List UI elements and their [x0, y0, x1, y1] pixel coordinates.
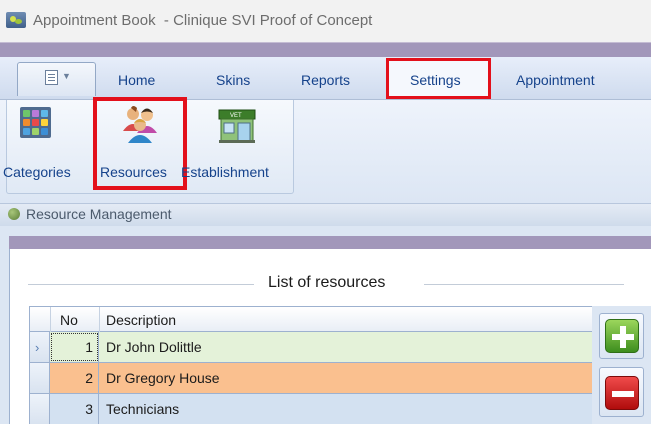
svg-text:VET: VET — [230, 113, 242, 119]
cell-no[interactable]: 2 — [50, 363, 99, 393]
column-header-no[interactable]: No — [60, 312, 78, 328]
column-header-description[interactable]: Description — [106, 312, 176, 328]
cell-description[interactable]: Dr John Dolittle — [106, 339, 202, 355]
resources-grid[interactable]: No Description › 1 Dr John Dolittle 2 Dr… — [29, 306, 593, 424]
resource-management-title: Resource Management — [26, 206, 172, 222]
content-accent-band — [9, 236, 651, 249]
categories-icon — [20, 107, 51, 138]
row-selector[interactable] — [30, 394, 50, 424]
remove-resource-button[interactable] — [599, 367, 644, 417]
row-indicator-icon: › — [35, 340, 40, 355]
application-menu-button[interactable]: ▼ — [17, 62, 96, 96]
grid-header: No Description — [30, 306, 593, 332]
tab-settings[interactable]: Settings — [410, 72, 461, 88]
title-accent-band — [0, 42, 651, 57]
row-selector[interactable] — [30, 363, 50, 393]
cell-description[interactable]: Dr Gregory House — [106, 370, 220, 386]
module-icon — [8, 208, 20, 220]
tab-home[interactable]: Home — [118, 72, 155, 88]
resources-highlight — [93, 97, 187, 190]
add-resource-button[interactable] — [599, 313, 644, 359]
plus-icon — [605, 319, 639, 353]
tab-reports[interactable]: Reports — [301, 72, 350, 88]
title-bar: Appointment Book - Clinique SVI Proof of… — [0, 0, 651, 42]
shop-icon: VET — [218, 109, 256, 143]
window-title: Appointment Book - Clinique SVI Proof of… — [33, 12, 373, 29]
menu-icon — [45, 70, 58, 85]
chevron-down-icon: ▼ — [62, 71, 71, 81]
table-row[interactable]: 2 Dr Gregory House — [30, 363, 593, 394]
table-row[interactable]: 3 Technicians — [30, 394, 593, 424]
cell-no[interactable]: 3 — [50, 394, 99, 424]
app-icon — [6, 12, 26, 28]
column-separator — [99, 307, 100, 332]
tab-skins[interactable]: Skins — [216, 72, 250, 88]
cell-description[interactable]: Technicians — [106, 401, 179, 417]
cell-no[interactable]: 1 — [50, 332, 99, 362]
divider — [424, 284, 624, 285]
tab-appointment[interactable]: Appointment — [516, 72, 595, 88]
divider — [28, 284, 254, 285]
categories-label: Categories — [3, 164, 71, 180]
list-title: List of resources — [268, 274, 386, 291]
minus-icon — [605, 376, 639, 410]
establishment-label: Establishment — [181, 164, 269, 180]
row-selector[interactable]: › — [30, 332, 50, 362]
table-row[interactable]: › 1 Dr John Dolittle — [30, 332, 593, 363]
column-separator — [50, 307, 51, 332]
